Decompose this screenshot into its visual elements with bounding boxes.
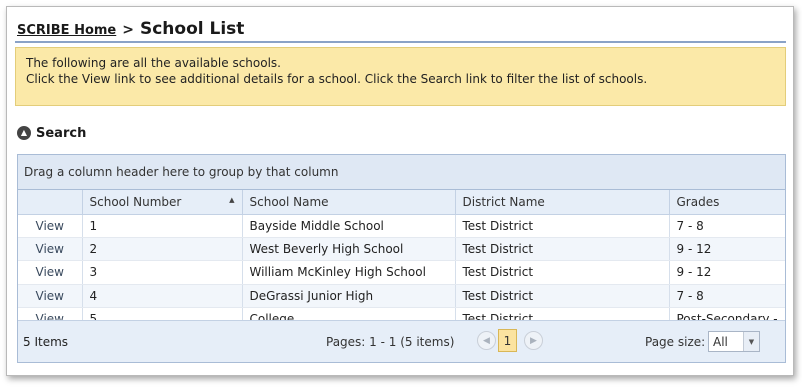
school-number-cell: 3 xyxy=(81,260,242,285)
breadcrumb-separator: > xyxy=(122,22,134,38)
grid-pager: 5 Items Pages: 1 - 1 (5 items) ◀ 1 ▶ Pag… xyxy=(18,320,785,362)
schools-grid: Drag a column header here to group by th… xyxy=(17,154,786,363)
district-name-cell: Test District xyxy=(454,237,669,262)
group-by-panel[interactable]: Drag a column header here to group by th… xyxy=(18,155,785,190)
title-bar: SCRIBE Home > School List xyxy=(15,15,786,43)
column-header-district-name[interactable]: District Name xyxy=(454,190,669,215)
grades-cell: 7 - 8 xyxy=(668,214,785,238)
column-header-school-number[interactable]: School Number ▲ xyxy=(81,190,242,215)
pages-summary: Pages: 1 - 1 (5 items) xyxy=(326,335,455,349)
school-number-cell: 1 xyxy=(81,214,242,238)
next-page-icon[interactable]: ▶ xyxy=(524,331,543,350)
search-toggle-row[interactable]: ▲ Search xyxy=(15,124,786,142)
info-banner: The following are all the available scho… xyxy=(15,47,786,106)
school-name-cell: William McKinley High School xyxy=(241,260,455,285)
items-count: 5 Items xyxy=(23,335,69,349)
district-name-cell: Test District xyxy=(454,260,669,285)
school-list-page: SCRIBE Home > School List The following … xyxy=(15,15,786,370)
page-title: School List xyxy=(139,19,245,39)
grades-cell: 7 - 8 xyxy=(668,284,785,309)
view-link[interactable]: View xyxy=(36,289,64,303)
school-number-cell: 4 xyxy=(81,284,242,309)
table-row: View 2 West Beverly High School Test Dis… xyxy=(18,237,785,262)
table-row: View 1 Bayside Middle School Test Distri… xyxy=(18,214,785,238)
info-line-2: Click the View link to see additional de… xyxy=(26,72,648,86)
previous-page-icon[interactable]: ◀ xyxy=(477,331,496,350)
sort-ascending-icon: ▲ xyxy=(229,195,235,204)
district-name-cell: Test District xyxy=(454,214,669,238)
breadcrumb-home-link[interactable]: SCRIBE Home xyxy=(17,23,116,41)
school-name-cell: Bayside Middle School xyxy=(241,214,455,238)
view-link[interactable]: View xyxy=(36,242,64,256)
page-size-select[interactable]: All ▼ xyxy=(708,331,760,352)
table-row: View 3 William McKinley High School Test… xyxy=(18,260,785,285)
schools-table: School Number ▲ School Name District Nam… xyxy=(18,190,785,332)
grades-cell: 9 - 12 xyxy=(668,237,785,262)
table-row: View 4 DeGrassi Junior High Test Distric… xyxy=(18,284,785,309)
column-header-label: School Number xyxy=(89,194,182,209)
school-number-cell: 2 xyxy=(81,237,242,262)
district-name-cell: Test District xyxy=(454,284,669,309)
column-header-action xyxy=(18,190,82,215)
table-header-row: School Number ▲ School Name District Nam… xyxy=(18,190,785,215)
chevron-down-icon[interactable]: ▼ xyxy=(743,332,759,351)
page-size-label: Page size: xyxy=(645,335,706,349)
page-size-value: All xyxy=(713,334,728,349)
info-line-1: The following are all the available scho… xyxy=(26,56,281,70)
chevron-up-circle-icon[interactable]: ▲ xyxy=(17,126,31,140)
view-link[interactable]: View xyxy=(36,219,64,233)
school-name-cell: DeGrassi Junior High xyxy=(241,284,455,309)
school-name-cell: West Beverly High School xyxy=(241,237,455,262)
search-link[interactable]: Search xyxy=(36,126,86,141)
window-frame: SCRIBE Home > School List The following … xyxy=(6,6,794,376)
column-header-grades[interactable]: Grades xyxy=(668,190,785,215)
current-page-button[interactable]: 1 xyxy=(498,329,517,352)
grades-cell: 9 - 12 xyxy=(668,260,785,285)
view-link[interactable]: View xyxy=(36,265,64,279)
column-header-school-name[interactable]: School Name xyxy=(241,190,455,215)
